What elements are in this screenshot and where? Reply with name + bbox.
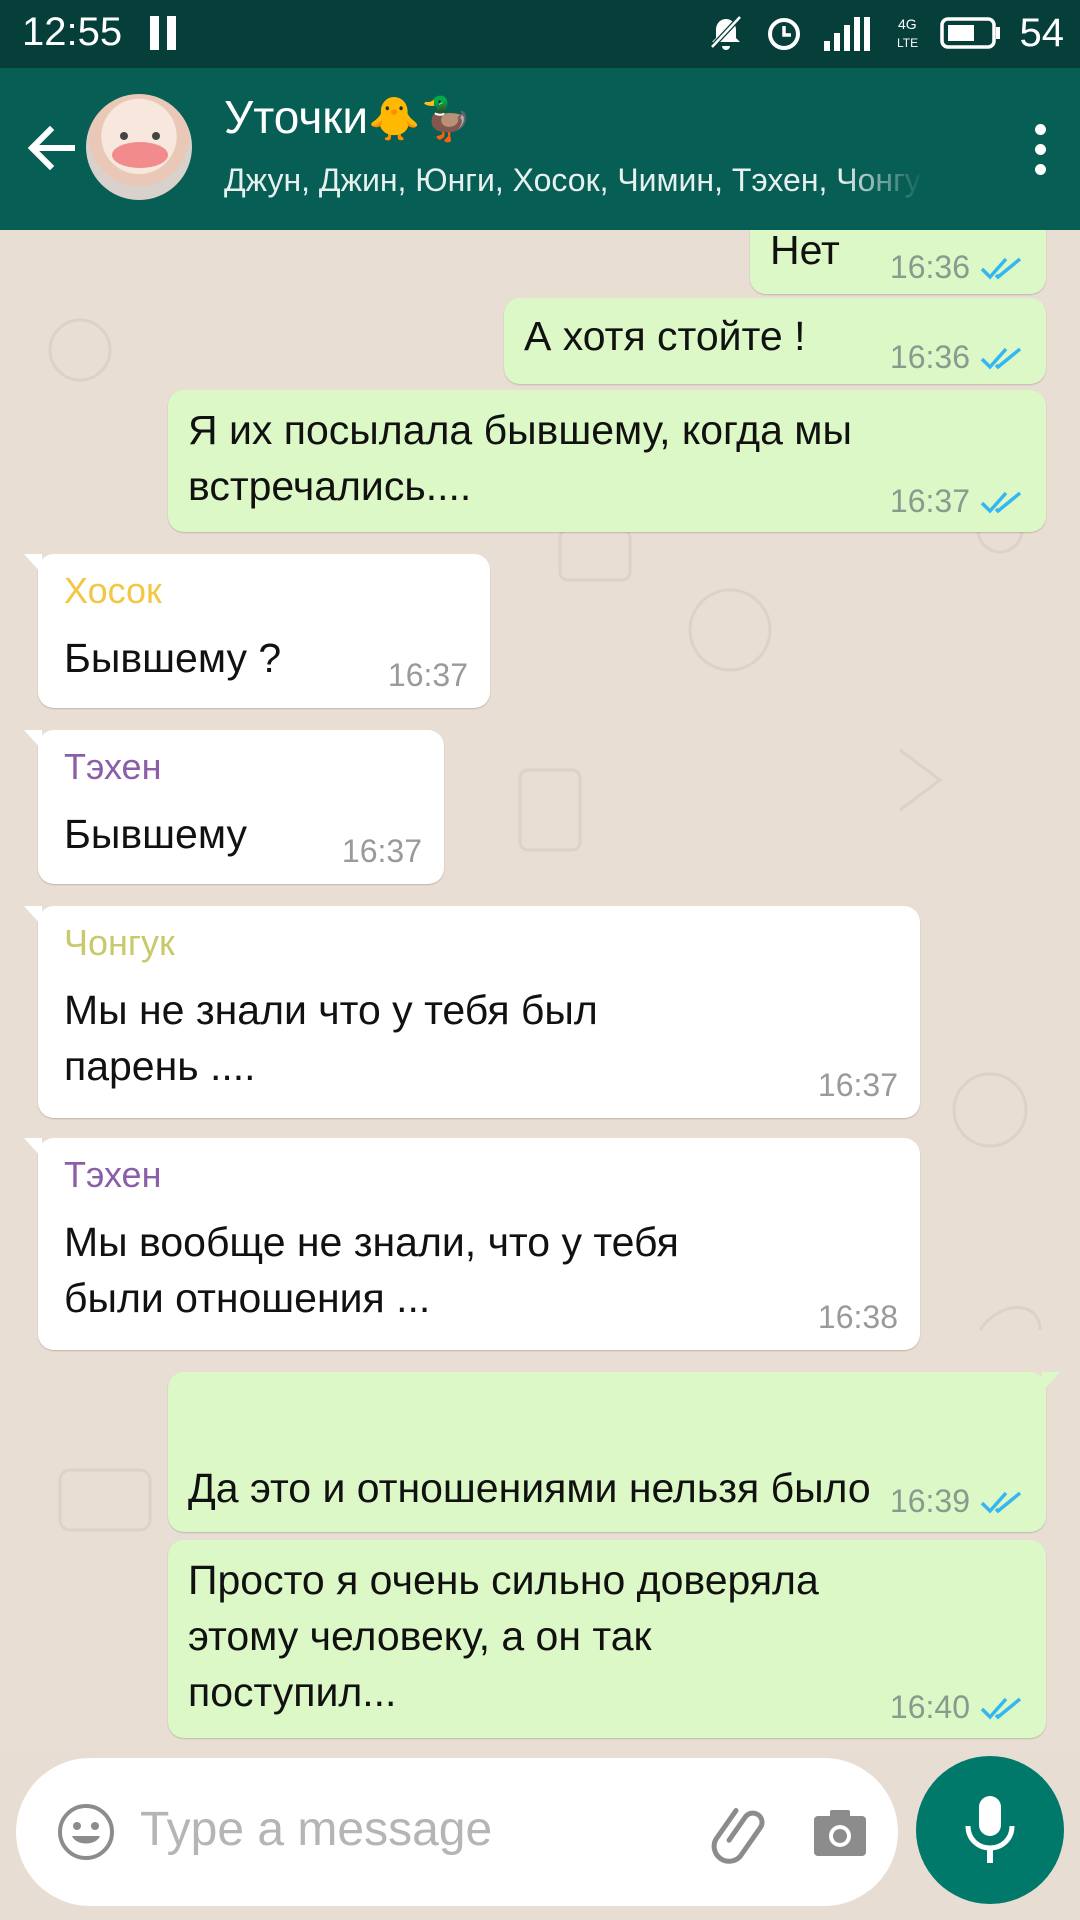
message-time: 16:40: [889, 1689, 970, 1725]
message-time: 16:36: [889, 249, 970, 285]
mic-button[interactable]: [916, 1756, 1064, 1904]
svg-text:4G: 4G: [898, 16, 917, 32]
status-time: 12:55: [22, 10, 123, 54]
message-time: 16:38: [817, 1299, 898, 1335]
message-list[interactable]: Нет 16:36 А хотя стойте ! 16:36 Я их пос…: [0, 230, 1080, 1750]
message-time: 16:37: [817, 1067, 898, 1103]
attach-icon[interactable]: [706, 1798, 776, 1868]
mic-icon: [965, 1796, 1015, 1863]
message-time: 16:37: [387, 657, 468, 693]
sender-name: Чонгук: [64, 922, 175, 963]
message-text: Мы не знали что у тебя был парень ....: [64, 987, 598, 1089]
chat-title[interactable]: Уточки🐥🦆: [224, 90, 473, 144]
chat-participants[interactable]: Джун, Джин, Юнги, Хосок, Чимин, Тэхен, Ч…: [224, 162, 924, 199]
message-bubble-out[interactable]: Я их посылала бывшему, когда мы встречал…: [168, 390, 1046, 532]
chat-title-text: Уточки: [224, 91, 369, 143]
double-check-read-icon: [980, 491, 1022, 514]
status-icons: 4G LTE 54: [706, 8, 1065, 58]
message-text: Я их посылала бывшему, когда мы встречал…: [188, 407, 852, 509]
double-check-read-icon: [980, 347, 1022, 370]
message-time: 16:39: [889, 1483, 970, 1519]
message-bubble-in[interactable]: Чонгук Мы не знали что у тебя был парень…: [24, 906, 920, 1118]
battery-icon: [939, 17, 1000, 49]
message-bubble-in[interactable]: Тэхен Бывшему 16:37: [24, 730, 444, 884]
pause-icon: [150, 16, 180, 50]
message-bubble-out[interactable]: Просто я очень сильно доверяла этому чел…: [168, 1540, 1046, 1738]
title-emojis: 🐥🦆: [368, 95, 473, 142]
double-check-read-icon: [980, 1697, 1022, 1720]
more-vert-icon[interactable]: [1030, 120, 1050, 180]
message-text: Бывшему ?: [64, 635, 282, 681]
back-arrow-icon[interactable]: [22, 118, 82, 178]
sender-name: Тэхен: [64, 1154, 162, 1195]
message-bubble-in[interactable]: Хосок Бывшему ? 16:37: [24, 554, 490, 708]
svg-text:LTE: LTE: [897, 36, 918, 50]
message-bubble-out[interactable]: Нет 16:36: [750, 230, 1046, 294]
sender-name: Тэхен: [64, 746, 162, 787]
emoji-icon[interactable]: [56, 1802, 116, 1862]
group-avatar[interactable]: [86, 94, 192, 200]
message-time: 16:36: [889, 339, 970, 375]
double-check-read-icon: [980, 1491, 1022, 1514]
sender-name: Хосок: [64, 570, 162, 611]
message-bubble-in[interactable]: Тэхен Мы вообще не знали, что у тебя был…: [24, 1138, 920, 1350]
message-text: Нет: [770, 230, 840, 273]
double-check-read-icon: [980, 257, 1022, 280]
message-composer[interactable]: Type a message: [16, 1758, 898, 1906]
message-bubble-out[interactable]: А хотя стойте ! 16:36: [504, 298, 1046, 384]
message-input[interactable]: Type a message: [140, 1802, 492, 1857]
mute-bell-icon: [709, 15, 742, 50]
message-text: Просто я очень сильно доверяла этому чел…: [188, 1557, 819, 1715]
lte-icon: 4G LTE: [897, 16, 918, 50]
alarm-icon: [767, 18, 800, 50]
battery-level: 54: [1019, 10, 1065, 55]
message-text: Бывшему: [64, 811, 247, 857]
message-bubble-out[interactable]: Да это и отношениями нельзя было назвать…: [168, 1372, 1060, 1663]
signal-icon: [823, 17, 870, 51]
message-text: А хотя стойте !: [524, 313, 806, 359]
status-bar: 12:55 4G LTE 54: [0, 0, 1080, 68]
message-time: 16:37: [341, 833, 422, 869]
message-time: 16:37: [889, 483, 970, 519]
chat-header: Уточки🐥🦆 Джун, Джин, Юнги, Хосок, Чимин,…: [0, 68, 1080, 230]
camera-icon[interactable]: [812, 1808, 868, 1858]
message-text: Мы вообще не знали, что у тебя были отно…: [64, 1219, 679, 1321]
